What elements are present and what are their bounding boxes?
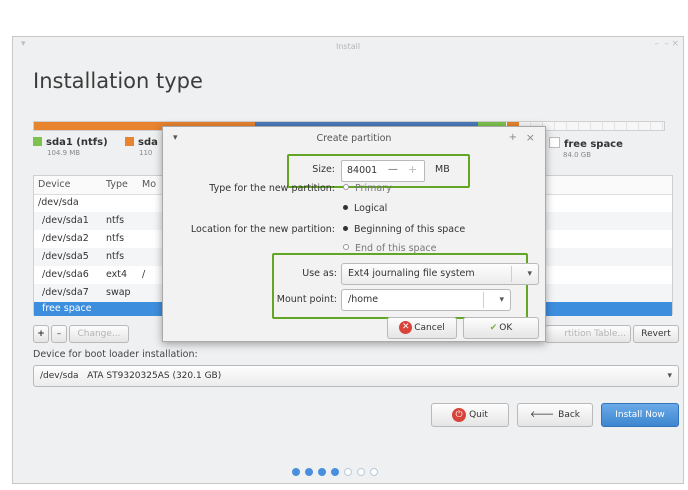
dialog-title: Create partition — [316, 133, 392, 144]
column-type[interactable]: Type — [106, 176, 128, 194]
radio-empty-icon — [343, 244, 349, 250]
legend-free-space: free space 84.0 GB — [549, 137, 623, 159]
progress-dot-done — [330, 468, 339, 476]
location-label: Location for the new partition: — [190, 224, 335, 235]
back-label: Back — [558, 410, 580, 420]
minimize-button[interactable]: – — [655, 39, 660, 49]
type-primary-radio[interactable]: Primary — [343, 183, 392, 194]
use-as-label: Use as: — [302, 268, 337, 279]
location-end-radio[interactable]: End of this space — [343, 243, 436, 253]
location-beginning-label: Beginning of this space — [354, 224, 466, 235]
create-partition-dialog: ▾ Create partition + × Size: 84001 — + M… — [162, 126, 546, 342]
chevron-down-icon: ▾ — [499, 295, 504, 305]
window-titlebar: Install — [13, 37, 683, 57]
column-mount[interactable]: Mo — [142, 176, 156, 194]
progress-dot-pending — [356, 468, 365, 476]
arrow-left-icon: 🡐 — [530, 410, 555, 420]
dialog-maximize-icon[interactable]: + — [509, 132, 517, 143]
radio-empty-icon — [343, 184, 349, 190]
page-title: Installation type — [33, 69, 203, 93]
size-spinbox[interactable]: 84001 — + — [341, 160, 425, 182]
progress-dot-pending — [343, 468, 352, 476]
use-as-select[interactable]: Ext4 journaling file system ▾ — [341, 263, 539, 285]
column-device[interactable]: Device — [38, 176, 71, 194]
legend-sda-name: sda — [138, 137, 158, 148]
cancel-button[interactable]: ✕ Cancel — [387, 317, 457, 339]
mount-point-combobox[interactable]: /home ▾ — [341, 289, 511, 311]
maximize-button[interactable]: – — [665, 39, 670, 49]
bootloader-label: Device for boot loader installation: — [33, 349, 198, 360]
checkmark-icon: ✔ — [489, 323, 498, 333]
radio-selected-icon — [343, 205, 348, 210]
radio-selected-icon — [343, 226, 348, 231]
ok-label: OK — [499, 323, 513, 333]
legend-sda1-size: 104.9 MB — [47, 149, 81, 157]
new-partition-table-button[interactable]: rtition Table... — [545, 325, 631, 343]
mount-point-separator — [483, 292, 484, 308]
change-partition-button[interactable]: Change... — [69, 325, 129, 343]
window-menu-icon[interactable]: ▾ — [21, 39, 26, 49]
legend-sda-size: 110 — [139, 149, 153, 157]
location-end-label: End of this space — [355, 243, 437, 253]
cancel-icon: ✕ — [399, 321, 413, 334]
progress-dots — [289, 461, 380, 480]
legend-sda1: sda1 (ntfs) 104.9 MB — [33, 137, 108, 157]
location-beginning-radio[interactable]: Beginning of this space — [343, 224, 465, 235]
chevron-down-icon: ▾ — [667, 371, 672, 381]
progress-dot-pending — [369, 468, 378, 476]
back-button[interactable]: 🡐 Back — [517, 403, 593, 427]
remove-partition-button[interactable]: – — [51, 325, 67, 343]
type-primary-label: Primary — [355, 183, 392, 194]
legend-sda: sda 110 — [125, 137, 158, 157]
legend-free-name: free space — [564, 139, 623, 150]
legend-free-size: 84.0 GB — [563, 151, 592, 159]
progress-dot-done — [304, 468, 313, 476]
legend-swatch-orange — [125, 137, 134, 146]
mount-point-input[interactable]: /home — [348, 294, 378, 305]
size-unit: MB — [435, 164, 450, 175]
size-increment-button[interactable]: + — [408, 163, 417, 176]
legend-sda1-name: sda1 (ntfs) — [46, 137, 108, 148]
revert-button[interactable]: Revert — [633, 325, 679, 343]
dialog-close-icon[interactable]: × — [526, 131, 535, 144]
use-as-separator — [511, 266, 512, 282]
ok-button[interactable]: ✔ OK — [463, 317, 539, 339]
close-button[interactable]: × — [671, 39, 679, 49]
legend-swatch-green — [33, 137, 42, 146]
size-label: Size: — [312, 164, 335, 175]
size-decrement-button[interactable]: — — [388, 164, 398, 175]
window-title: Install — [335, 42, 361, 51]
cancel-label: Cancel — [414, 323, 445, 333]
type-logical-label: Logical — [354, 203, 388, 214]
progress-dot-done — [291, 468, 300, 476]
add-partition-button[interactable]: + — [33, 325, 49, 343]
install-now-button[interactable]: Install Now — [601, 403, 679, 427]
use-as-value: Ext4 journaling file system — [348, 268, 475, 279]
mount-point-label: Mount point: — [276, 294, 337, 305]
bootloader-device-select[interactable]: /dev/sda ATA ST9320325AS (320.1 GB) ▾ — [33, 365, 679, 387]
power-icon: ⏻ — [452, 407, 467, 422]
chevron-down-icon: ▾ — [527, 269, 532, 279]
type-logical-radio[interactable]: Logical — [343, 203, 387, 214]
type-label: Type for the new partition: — [209, 183, 335, 194]
quit-label: Quit — [469, 410, 488, 420]
quit-button[interactable]: ⏻ Quit — [431, 403, 509, 427]
size-input[interactable]: 84001 — [347, 165, 377, 176]
progress-dot-done — [317, 468, 326, 476]
legend-swatch-free — [549, 137, 560, 148]
bootloader-device-value: /dev/sda ATA ST9320325AS (320.1 GB) — [40, 371, 222, 381]
